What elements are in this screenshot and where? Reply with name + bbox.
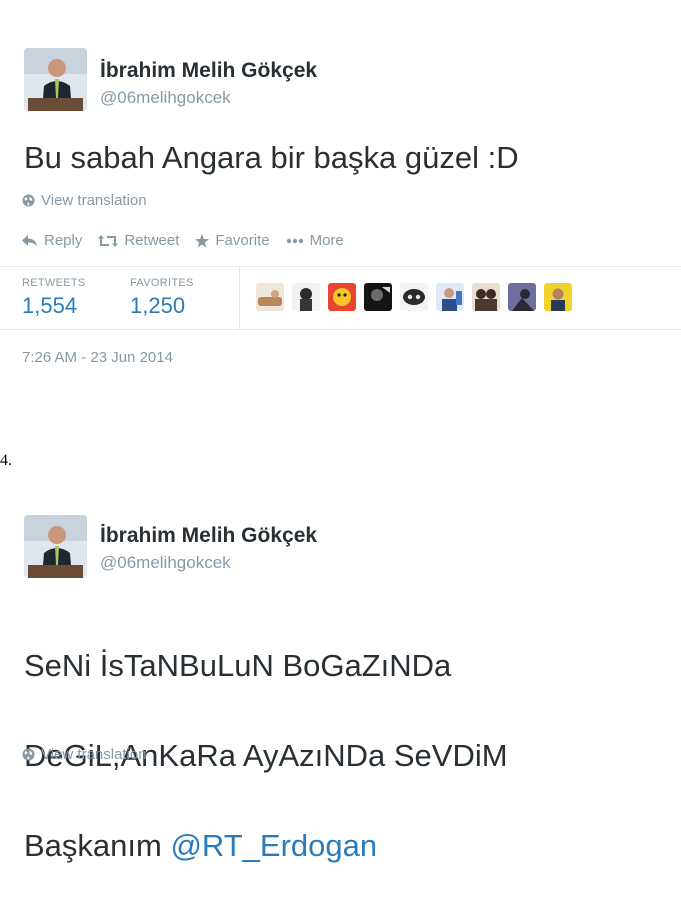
more-button[interactable]: More — [286, 232, 344, 249]
favoriters-avatars — [256, 283, 572, 311]
tweet-text-line: SeNi İsTaNBuLuN BoGaZıNDa — [24, 648, 452, 683]
more-icon — [286, 238, 303, 243]
retweets-count: 1,554 — [22, 293, 78, 318]
favorite-label: Favorite — [215, 232, 270, 249]
view-translation-label: View translation — [41, 746, 147, 763]
mention-link[interactable]: @RT_Erdogan — [170, 828, 377, 863]
favorites-count: 1,250 — [130, 293, 186, 318]
retweet-label: Retweet — [124, 232, 180, 249]
more-label: More — [309, 232, 344, 249]
author-name[interactable]: İbrahim Melih Gökçek — [100, 59, 317, 83]
tweet-text: Bu sabah Angara bir başka güzel :D — [24, 140, 519, 175]
retweet-button[interactable]: Retweet — [98, 232, 179, 249]
favoriter-avatar[interactable] — [472, 283, 500, 311]
retweets-label: RETWEETS — [22, 277, 86, 289]
tweet-actions: Reply Retweet Favorite More — [22, 232, 344, 249]
favoriter-avatar[interactable] — [256, 283, 284, 311]
view-translation-label: View translation — [41, 192, 147, 209]
stats-divider — [239, 267, 240, 329]
globe-icon — [22, 194, 35, 207]
retweet-icon — [98, 234, 119, 247]
reply-button[interactable]: Reply — [22, 232, 82, 249]
author-handle[interactable]: @06melihgokcek — [100, 88, 231, 108]
view-translation-link[interactable]: View translation — [22, 192, 147, 209]
tweet-text-prefix: Başkanım — [24, 828, 171, 863]
favoriter-avatar[interactable] — [364, 283, 392, 311]
star-icon — [195, 233, 210, 247]
favorites-stat[interactable]: FAVORITES 1,250 — [130, 277, 194, 319]
favorite-button[interactable]: Favorite — [195, 232, 270, 249]
globe-icon — [22, 748, 35, 761]
favoriter-avatar[interactable] — [508, 283, 536, 311]
tweet-text-line: Başkanım @RT_Erdogan — [24, 823, 508, 868]
retweets-stat[interactable]: RETWEETS 1,554 — [22, 277, 86, 319]
author-avatar[interactable] — [24, 515, 87, 578]
favorites-label: FAVORITES — [130, 277, 194, 289]
tweet-timestamp[interactable]: 7:26 AM - 23 Jun 2014 — [22, 349, 173, 366]
reply-icon — [22, 234, 37, 246]
author-handle[interactable]: @06melihgokcek — [100, 553, 231, 573]
author-avatar[interactable] — [24, 48, 87, 111]
favoriter-avatar[interactable] — [544, 283, 572, 311]
favoriter-avatar[interactable] — [436, 283, 464, 311]
list-number: 4. — [0, 452, 12, 469]
favoriter-avatar[interactable] — [400, 283, 428, 311]
favoriter-avatar[interactable] — [292, 283, 320, 311]
view-translation-link[interactable]: View translation — [22, 746, 147, 763]
author-name[interactable]: İbrahim Melih Gökçek — [100, 524, 317, 548]
tweet-stats: RETWEETS 1,554 FAVORITES 1,250 — [0, 266, 681, 330]
favoriter-avatar[interactable] — [328, 283, 356, 311]
reply-label: Reply — [44, 232, 83, 249]
